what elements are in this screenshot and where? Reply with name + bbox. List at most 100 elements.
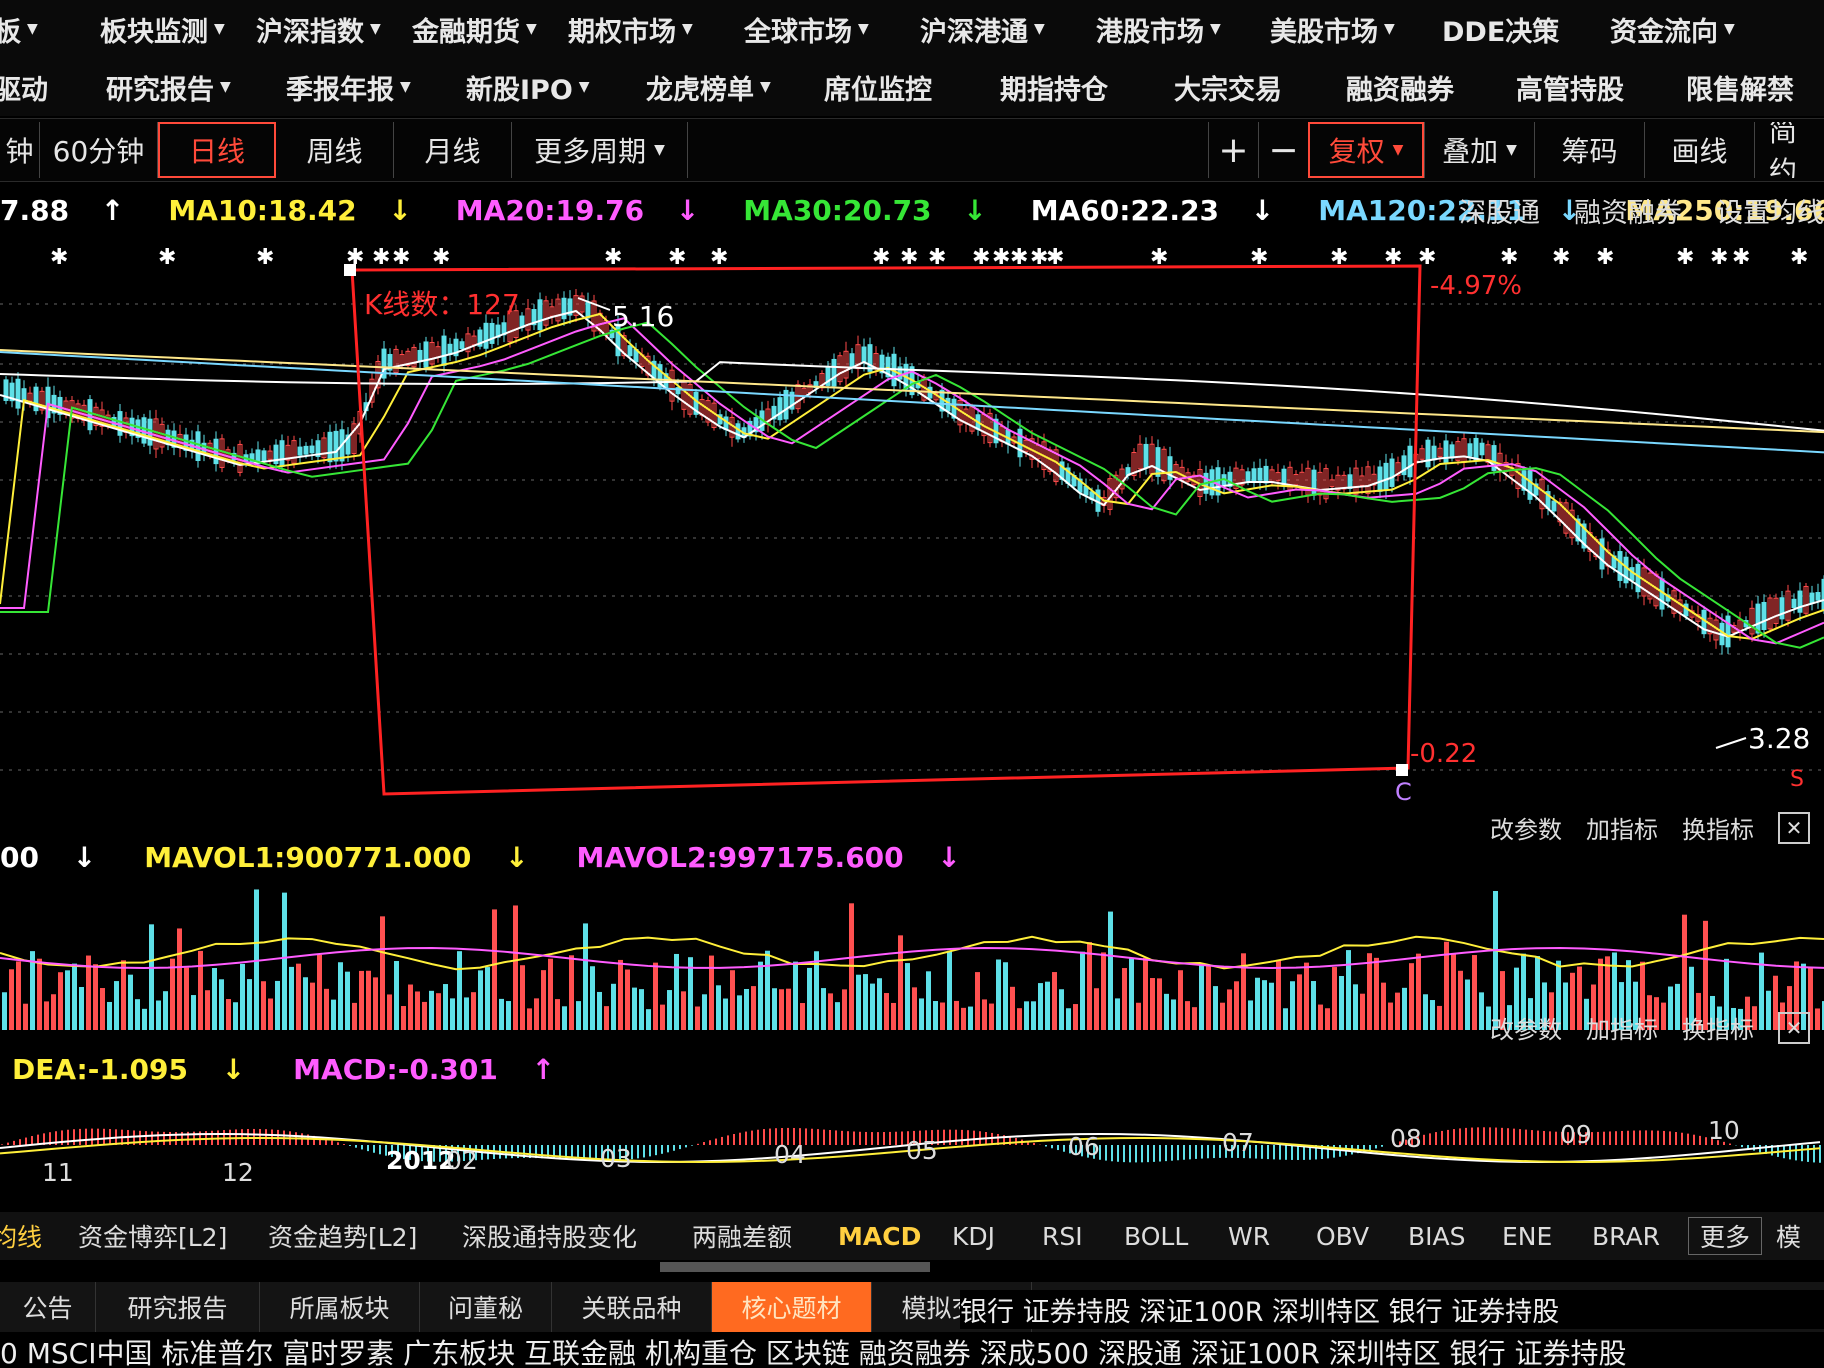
nav-item[interactable]: 研究报告 ▼: [106, 68, 286, 107]
nav-item[interactable]: 金融期货 ▼: [412, 10, 568, 49]
candle-body: [1257, 467, 1263, 481]
period-minute-button[interactable]: 钟: [0, 122, 40, 178]
signal-star-icon: ✱: [928, 245, 946, 270]
tab-brar[interactable]: BRAR: [1592, 1222, 1688, 1251]
nav-item[interactable]: 融资融券: [1346, 68, 1516, 107]
signal-star-icon: ✱: [604, 245, 622, 270]
volume-bar: [534, 998, 539, 1030]
macd-value: MACD:-0.301 ↑: [293, 1052, 556, 1086]
candle-body: [1143, 443, 1149, 469]
candle-body: [483, 322, 489, 349]
nav-item[interactable]: 限售解禁: [1686, 68, 1824, 107]
nav-item[interactable]: 龙虎榜单 ▼: [646, 68, 824, 107]
tab-ask-secretary[interactable]: 问董秘: [420, 1282, 552, 1332]
volume-bar: [933, 1001, 938, 1030]
period-day-button[interactable]: 日线: [158, 122, 276, 178]
nav-item[interactable]: 沪深港通 ▼: [920, 10, 1096, 49]
volume-bar: [989, 1003, 994, 1030]
tab-macd[interactable]: MACD: [838, 1222, 952, 1251]
tab-obv[interactable]: OBV: [1316, 1222, 1408, 1251]
tab-bias[interactable]: BIAS: [1408, 1222, 1502, 1251]
close-icon[interactable]: ✕: [1778, 1011, 1810, 1044]
period-60min-button[interactable]: 60分钟: [40, 122, 158, 178]
tab-fund-game[interactable]: 资金博弈[L2]: [78, 1218, 268, 1254]
tab-sz-connect[interactable]: 深股通持股变化: [462, 1218, 692, 1254]
nav-item[interactable]: 新股IPO ▼: [466, 68, 646, 107]
hk-connect-link[interactable]: 深股通: [1459, 191, 1540, 230]
nav-item[interactable]: DDE决策: [1442, 10, 1610, 49]
nav-item[interactable]: 大宗交易: [1174, 68, 1346, 107]
tab-related[interactable]: 关联品种: [552, 1282, 712, 1332]
tab-announcement[interactable]: 公告: [0, 1282, 96, 1332]
nav-item[interactable]: 期指持仓: [1000, 68, 1174, 107]
nav-item[interactable]: 驱动: [0, 68, 54, 107]
volume-bar: [660, 1004, 665, 1030]
nav-item[interactable]: 美股市场 ▼: [1270, 10, 1442, 49]
draw-line-button[interactable]: 画线: [1644, 122, 1754, 178]
volume-bar: [730, 970, 735, 1030]
arrow-up-icon: ↑: [100, 193, 125, 227]
volume-bar: [79, 986, 84, 1030]
tab-core-theme[interactable]: 核心题材: [712, 1282, 872, 1332]
tab-boll[interactable]: BOLL: [1124, 1222, 1228, 1251]
mavol2-line: [0, 947, 1824, 970]
candle-body: [1155, 447, 1161, 477]
signal-star-icon: ✱: [432, 245, 450, 270]
nav-item[interactable]: 港股市场 ▼: [1096, 10, 1270, 49]
nav-item[interactable]: 板块监测 ▼: [100, 10, 256, 49]
nav-item[interactable]: 季报年报 ▼: [286, 68, 466, 107]
tab-sector[interactable]: 所属板块: [260, 1282, 420, 1332]
tab-ene[interactable]: ENE: [1502, 1222, 1592, 1251]
volume-bar: [653, 962, 658, 1030]
tab-rsi[interactable]: RSI: [1042, 1222, 1124, 1251]
tab-template[interactable]: 模: [1776, 1218, 1806, 1254]
tab-wr[interactable]: WR: [1228, 1222, 1316, 1251]
candle-body: [303, 445, 309, 455]
selection-box[interactable]: [350, 264, 1422, 796]
ma-settings-link[interactable]: 设置均线: [1716, 191, 1824, 230]
nav-item[interactable]: 沪深指数 ▼: [256, 10, 412, 49]
nav-item[interactable]: 席位监控: [824, 68, 1000, 107]
signal-star-icon: ✱: [1790, 245, 1808, 270]
nav-item[interactable]: 板 ▼: [0, 10, 54, 49]
period-more-button[interactable]: 更多周期 ▼: [512, 122, 688, 178]
nav-item[interactable]: 资金流向 ▼: [1610, 10, 1760, 49]
add-indicator-button[interactable]: 加指标: [1586, 1010, 1658, 1045]
volume-bar: [492, 909, 497, 1030]
indicator-tabs: 均线 资金博弈[L2] 资金趋势[L2] 深股通持股变化 两融差额 MACD K…: [0, 1212, 1824, 1260]
switch-indicator-button[interactable]: 换指标: [1682, 1010, 1754, 1045]
zoom-out-button[interactable]: −: [1258, 122, 1308, 178]
zoom-in-button[interactable]: +: [1208, 122, 1258, 178]
tab-kdj[interactable]: KDJ: [952, 1222, 1042, 1251]
tab-more-button[interactable]: 更多: [1688, 1217, 1762, 1255]
edit-params-button[interactable]: 改参数: [1490, 1010, 1562, 1045]
nav-item[interactable]: 高管持股: [1516, 68, 1686, 107]
selection-handle[interactable]: [344, 264, 356, 276]
nav-item[interactable]: 期权市场 ▼: [568, 10, 744, 49]
fuquan-button[interactable]: 复权 ▼: [1308, 122, 1424, 178]
tab-margin-diff[interactable]: 两融差额: [692, 1218, 838, 1254]
volume-bar: [786, 988, 791, 1030]
candle-body: [585, 301, 591, 319]
tab-fund-trend[interactable]: 资金趋势[L2]: [268, 1218, 462, 1254]
tab-ma[interactable]: 均线: [0, 1218, 78, 1254]
volume-bar: [1122, 968, 1127, 1030]
candle-body: [297, 446, 303, 456]
kline-chart[interactable]: ✱ ✱ ✱ ✱ ✱ ✱ ✱ ✱ ✱ ✱ ✱ ✱ ✱ ✱ ✱ ✱ ✱✱ ✱ ✱ ✱ ✱ ✱ ✱ ✱ ✱ ✱ ✱ ✱ ✱ K线数：127 5…: [0, 234, 1824, 804]
period-month-button[interactable]: 月线: [394, 122, 512, 178]
margin-link[interactable]: 融资融券: [1574, 191, 1682, 230]
overlay-button[interactable]: 叠加 ▼: [1424, 122, 1534, 178]
nav-item[interactable]: 全球市场 ▼: [744, 10, 920, 49]
simple-mode-button[interactable]: 简约: [1754, 122, 1824, 178]
volume-bar: [1339, 976, 1344, 1030]
volume-chart[interactable]: [0, 880, 1824, 1030]
chips-button[interactable]: 筹码: [1534, 122, 1644, 178]
panel-divider[interactable]: [660, 1262, 930, 1272]
tab-research[interactable]: 研究报告: [96, 1282, 260, 1332]
selection-handle[interactable]: [1396, 764, 1408, 776]
period-week-button[interactable]: 周线: [276, 122, 394, 178]
volume-bar: [548, 958, 553, 1030]
volume-bar: [1437, 1005, 1442, 1030]
volume-bar: [422, 1001, 427, 1030]
volume-bar: [275, 980, 280, 1030]
